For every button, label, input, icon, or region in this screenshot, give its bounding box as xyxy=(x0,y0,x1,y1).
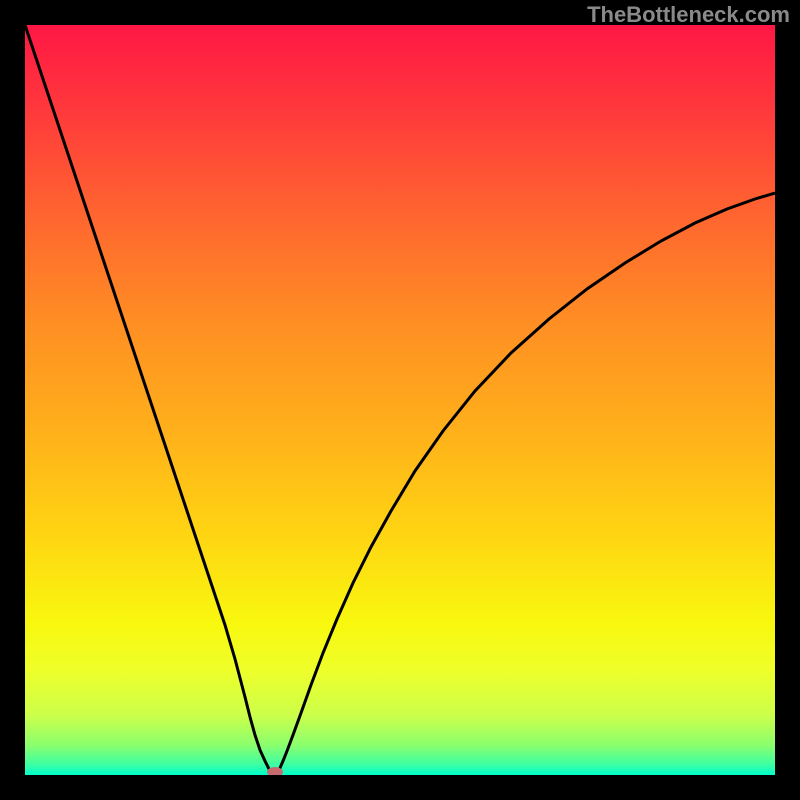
chart-background xyxy=(25,25,775,775)
watermark-text: TheBottleneck.com xyxy=(587,2,790,28)
chart-canvas xyxy=(25,25,775,775)
chart-svg xyxy=(25,25,775,775)
